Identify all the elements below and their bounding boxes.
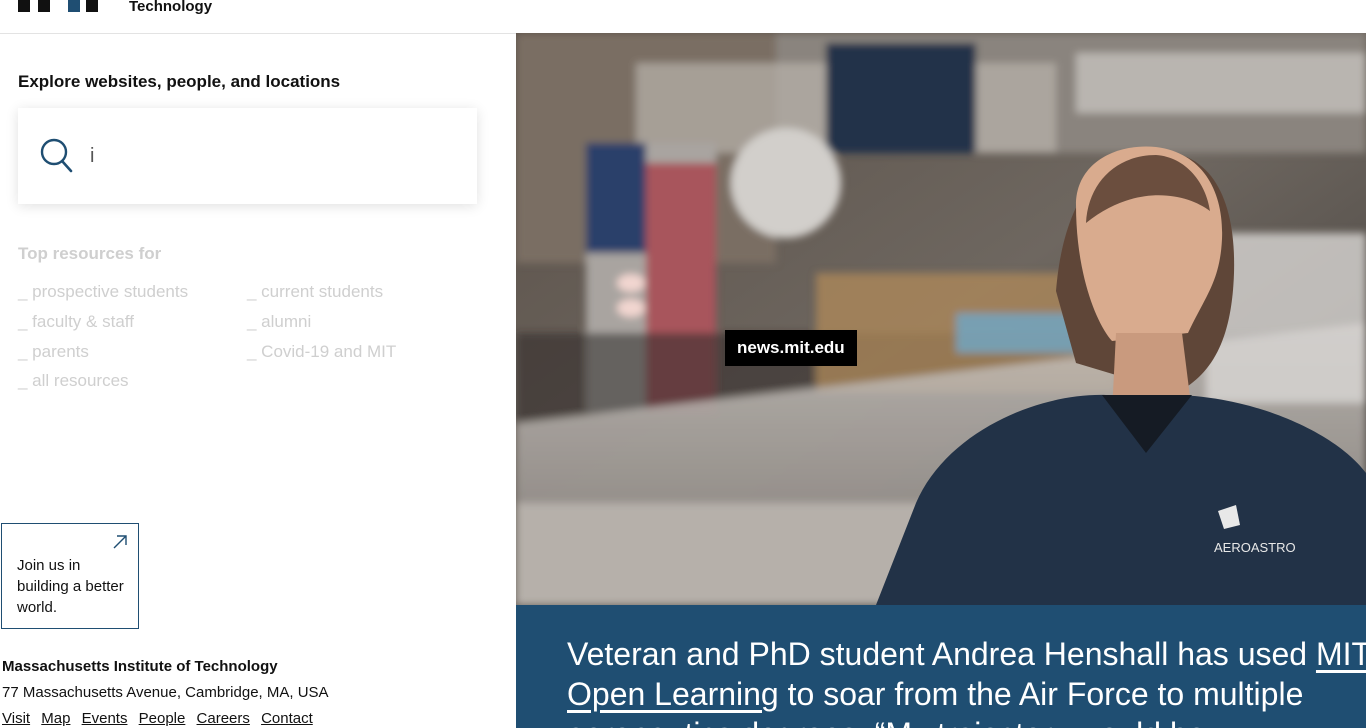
search-box[interactable]	[18, 108, 477, 204]
caption-line3: aeronautics degrees. “My trajectory woul…	[567, 716, 1246, 728]
resource-link-current-students[interactable]: _ current students	[247, 282, 383, 302]
footer-link-careers[interactable]: Careers	[197, 710, 250, 727]
caption-line1: Veteran and PhD student Andrea Henshall …	[567, 636, 1316, 672]
join-us-text: Join us in building a better world.	[17, 557, 124, 616]
news-source-badge[interactable]: news.mit.edu	[725, 330, 857, 366]
resource-link-faculty-staff[interactable]: _ faculty & staff	[18, 312, 134, 332]
hero-caption: Veteran and PhD student Andrea Henshall …	[516, 605, 1366, 728]
resource-link-parents[interactable]: _ parents	[18, 342, 89, 362]
footer-link-contact[interactable]: Contact	[261, 710, 313, 727]
arrow-up-right-icon	[113, 535, 127, 549]
resource-link-prospective-students[interactable]: _ prospective students	[18, 282, 188, 302]
resource-link-covid[interactable]: _ Covid-19 and MIT	[247, 342, 396, 362]
caption-link-mit[interactable]: MIT	[1316, 636, 1366, 672]
mit-logo-icon[interactable]	[18, 0, 98, 12]
join-us-card[interactable]: Join us in building a better world.	[1, 523, 139, 629]
hero-caption-text: Veteran and PhD student Andrea Henshall …	[567, 634, 1366, 728]
resource-link-all-resources[interactable]: _ all resources	[18, 371, 129, 391]
hero-image[interactable]: AEROASTRO	[516, 33, 1366, 605]
footer-links: Visit Map Events People Careers Contact	[2, 710, 320, 727]
aeroastro-logo-text: AEROASTRO	[1214, 540, 1296, 555]
caption-link-open-learning[interactable]: Open Learning	[567, 676, 779, 712]
footer-link-people[interactable]: People	[139, 710, 186, 727]
resource-link-alumni[interactable]: _ alumni	[247, 312, 311, 332]
footer-link-events[interactable]: Events	[82, 710, 128, 727]
footer-institution-name: Massachusetts Institute of Technology	[2, 658, 278, 675]
search-icon[interactable]	[40, 138, 74, 174]
resources-heading: Top resources for	[18, 244, 162, 263]
caption-line2: to soar from the Air Force to multiple	[778, 676, 1304, 712]
hero-photo: AEROASTRO	[516, 33, 1366, 605]
footer-link-map[interactable]: Map	[41, 710, 70, 727]
logo-text[interactable]: Technology	[129, 0, 212, 15]
footer-link-visit[interactable]: Visit	[2, 710, 30, 727]
footer-address: 77 Massachusetts Avenue, Cambridge, MA, …	[2, 684, 329, 701]
search-heading: Explore websites, people, and locations	[18, 72, 341, 91]
left-panel: Explore websites, people, and locations …	[0, 34, 516, 728]
search-input[interactable]	[88, 140, 452, 172]
site-header: Technology	[0, 0, 1366, 34]
